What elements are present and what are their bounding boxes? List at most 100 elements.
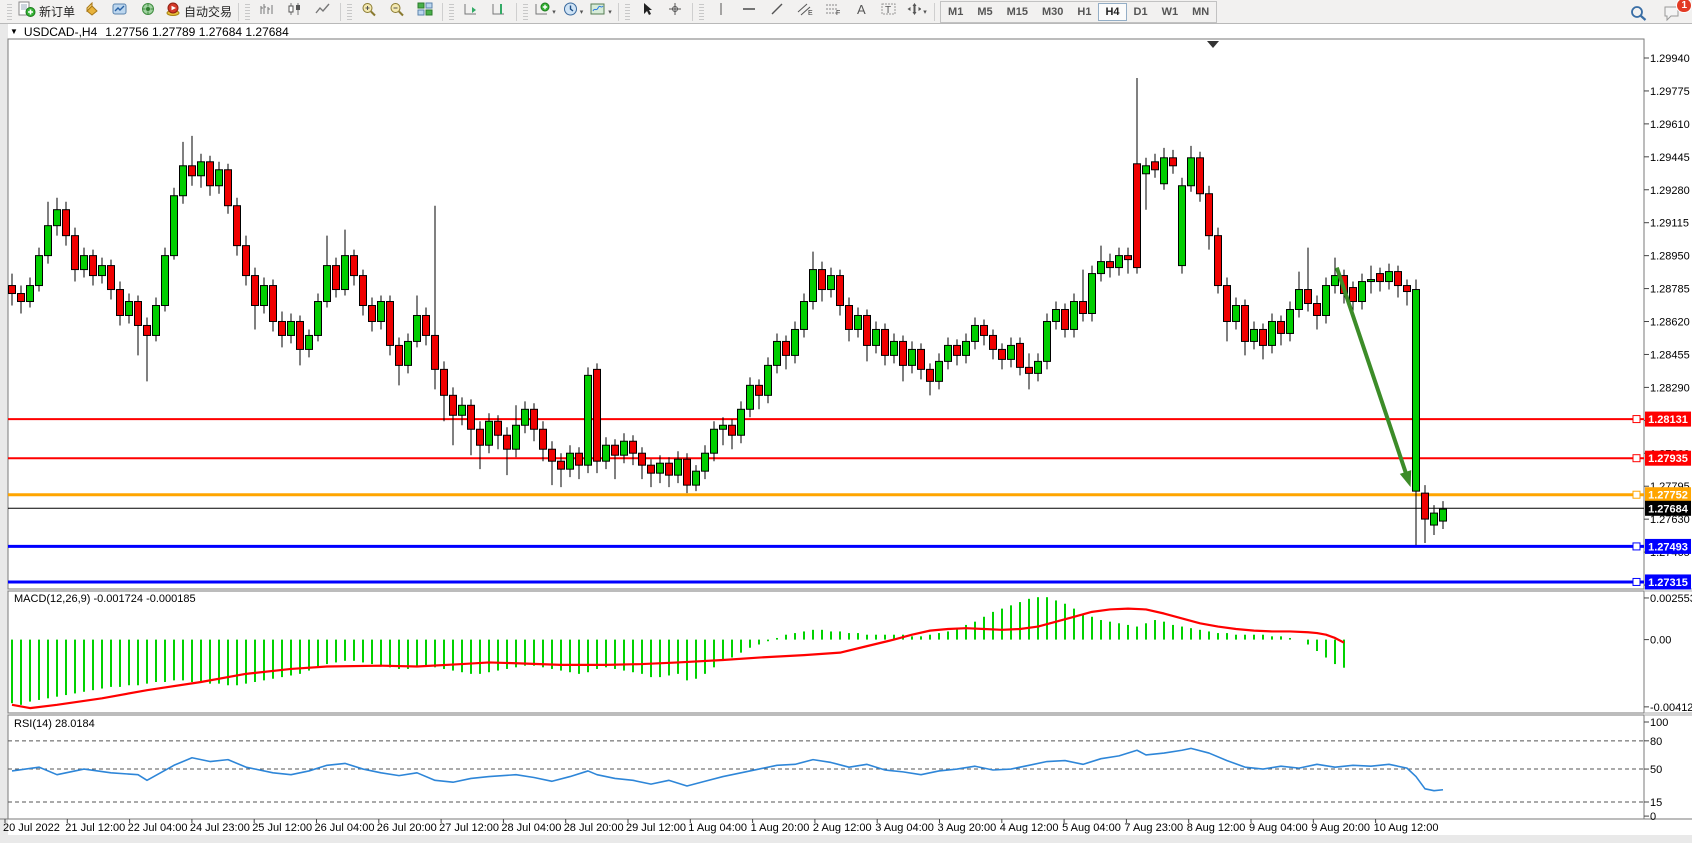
candle-body [432,335,439,369]
line-price-label: 1.27752 [1648,490,1688,502]
candle-body [1071,302,1078,330]
price-tick-label: 1.27630 [1650,514,1690,526]
candle-body [1314,304,1321,316]
line-handle[interactable] [1633,455,1640,462]
line-handle[interactable] [1633,543,1640,550]
candle-body [243,246,250,276]
candle-body [774,341,781,365]
candle-body [576,453,583,465]
candle-body [1143,166,1150,174]
macd-tick-label: -0.004124 [1650,702,1692,714]
candle-body [54,210,61,226]
time-label: 4 Aug 12:00 [1000,822,1059,834]
rsi-tick-label: 50 [1650,764,1662,776]
time-label: 1 Aug 04:00 [688,822,747,834]
time-label: 21 Jul 12:00 [65,822,125,834]
time-label: 8 Aug 12:00 [1187,822,1246,834]
candle-body [1152,162,1159,170]
candle-body [1305,290,1312,304]
candle-body [891,341,898,355]
candle-body [1296,290,1303,310]
candle-body [108,266,115,290]
time-label: 3 Aug 04:00 [875,822,934,834]
candle-body [171,196,178,256]
bid-price-label: 1.27684 [1648,503,1689,515]
candle-body [486,421,493,445]
candle-body [81,256,88,270]
candle-body [1008,345,1015,359]
candle-body [999,349,1006,359]
candle-body [900,341,907,365]
candle-body [414,315,421,341]
price-tick-label: 1.29115 [1650,218,1689,230]
candle-body [1116,256,1123,268]
candle-body [153,306,160,336]
candle-body [531,409,538,429]
candle-body [522,409,529,425]
candle-body [324,266,331,302]
candle-body [144,325,151,335]
candle-body [1287,309,1294,333]
candle-body [1089,274,1096,314]
candle-body [198,162,205,176]
time-label: 28 Jul 04:00 [501,822,561,834]
candle-body [261,286,268,306]
candle-body [792,329,799,355]
candle-body [1431,513,1438,525]
line-price-label: 1.27315 [1648,577,1688,589]
candle-body [225,170,232,206]
candle-body [1368,280,1375,282]
candle-body [1215,236,1222,286]
candle-body [189,166,196,176]
candle-body [423,315,430,335]
candle-body [45,226,52,256]
candle-body [981,325,988,335]
candle-body [927,369,934,381]
line-handle[interactable] [1633,578,1640,585]
candle-body [1332,276,1339,286]
price-tick-label: 1.28785 [1650,284,1690,296]
candle-body [837,276,844,306]
candle-body [585,375,592,465]
candle-body [1080,302,1087,314]
line-handle[interactable] [1633,416,1640,423]
candle-body [702,453,709,471]
price-tick-label: 1.28950 [1650,251,1690,263]
candle-body [72,236,79,270]
candle-body [1386,272,1393,282]
rsi-tick-label: 0 [1650,811,1656,823]
candle-body [90,256,97,276]
candle-body [1269,321,1276,345]
price-tick-label: 1.29445 [1650,152,1690,164]
candle-body [180,166,187,196]
mt4-terminal: { "title": {"symbol": "USDCAD-,H4", "quo… [0,0,1692,843]
candle-body [1053,309,1060,321]
candle-body [1107,262,1114,268]
candle-body [1170,158,1177,166]
candle-body [972,325,979,341]
candle-body [288,321,295,335]
line-handle[interactable] [1633,491,1640,498]
time-label: 28 Jul 20:00 [564,822,624,834]
time-label: 9 Aug 20:00 [1311,822,1370,834]
time-label: 20 Jul 2022 [3,822,60,834]
candle-body [1044,321,1051,361]
candle-body [297,321,304,349]
candle-body [612,445,619,455]
candle-body [207,162,214,186]
candle-body [252,276,259,306]
price-tick-label: 1.29280 [1650,185,1690,197]
candle-body [1098,262,1105,274]
candle-body [468,405,475,429]
time-label: 29 Jul 12:00 [626,822,686,834]
candle-body [846,306,853,330]
candle-body [495,421,502,435]
candle-body [135,302,142,326]
price-tick-label: 1.28290 [1650,382,1690,394]
candle-body [387,302,394,346]
candle-body [810,270,817,302]
candle-body [1035,361,1042,373]
candle-body [801,302,808,330]
chart-area[interactable]: 1.299401.297751.296101.294451.292801.291… [0,0,1692,843]
candle-body [63,210,70,236]
